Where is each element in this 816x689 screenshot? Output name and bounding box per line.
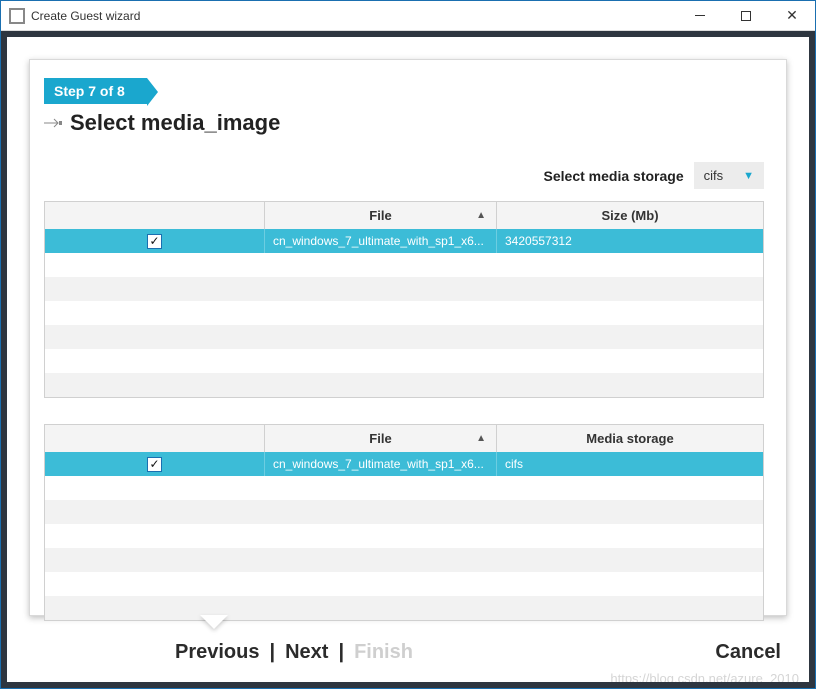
storage-selector-row: Select media storage cifs ▼ (44, 162, 764, 189)
table-header: File ▲ Media storage (45, 425, 763, 452)
decorative-strip (1, 131, 7, 167)
table-row[interactable] (45, 349, 763, 373)
table-row[interactable] (45, 301, 763, 325)
finish-button: Finish (354, 641, 413, 664)
table-body: cn_windows_7_ultimate_with_sp1_x6... cif… (45, 452, 763, 620)
table-row[interactable] (45, 476, 763, 500)
window: Create Guest wizard ✕ Step 7 of 8 Select… (0, 0, 816, 689)
table-body: cn_windows_7_ultimate_with_sp1_x6... 342… (45, 229, 763, 397)
table-row[interactable] (45, 373, 763, 397)
available-media-table: File ▲ Size (Mb) cn_windows_7_ultimate_wi… (44, 201, 764, 398)
page-title: Select media_image (70, 110, 280, 136)
sort-asc-icon: ▲ (476, 433, 486, 444)
col-header-media-storage[interactable]: Media storage (497, 425, 763, 452)
maximize-button[interactable] (723, 1, 769, 30)
cancel-button[interactable]: Cancel (715, 641, 781, 664)
window-title: Create Guest wizard (31, 9, 677, 23)
storage-value: cifs (704, 168, 724, 183)
next-button[interactable]: Next (285, 641, 328, 664)
selected-media-table: File ▲ Media storage cn_windows_7_ultimat… (44, 424, 764, 621)
wizard-sheet: Step 7 of 8 Select media_image Select me… (29, 59, 787, 616)
decorative-strip (809, 301, 815, 337)
col-header-file-label: File (369, 208, 391, 223)
storage-select[interactable]: cifs ▼ (694, 162, 764, 189)
maximize-icon (741, 11, 751, 21)
row-checkbox[interactable] (147, 457, 162, 472)
client-area: Step 7 of 8 Select media_image Select me… (1, 31, 815, 688)
chevron-down-icon: ▼ (743, 170, 754, 182)
separator: | (334, 641, 348, 664)
col-header-file[interactable]: File ▲ (265, 202, 497, 229)
col-header-media-storage-label: Media storage (586, 431, 673, 446)
table-row[interactable] (45, 253, 763, 277)
col-header-checkbox[interactable] (45, 425, 265, 452)
table-row[interactable] (45, 572, 763, 596)
table-header: File ▲ Size (Mb) (45, 202, 763, 229)
table-row[interactable] (45, 325, 763, 349)
decorative-strip (809, 131, 815, 167)
heading-arrow-icon (44, 118, 62, 128)
storage-label: Select media storage (544, 168, 684, 184)
cell-file: cn_windows_7_ultimate_with_sp1_x6... (265, 452, 497, 476)
table-row[interactable]: cn_windows_7_ultimate_with_sp1_x6... 342… (45, 229, 763, 253)
minimize-button[interactable] (677, 1, 723, 30)
decorative-strip (1, 301, 7, 337)
separator: | (265, 641, 279, 664)
cell-media-storage: cifs (497, 452, 763, 476)
minimize-icon (695, 15, 705, 16)
heading-row: Select media_image (44, 110, 764, 136)
col-header-size-label: Size (Mb) (601, 208, 658, 223)
col-header-checkbox[interactable] (45, 202, 265, 229)
cell-size: 3420557312 (497, 229, 763, 253)
sort-asc-icon: ▲ (476, 210, 486, 221)
window-controls: ✕ (677, 1, 815, 30)
step-badge: Step 7 of 8 (44, 78, 147, 104)
nav-buttons: Previous | Next | Finish (175, 641, 413, 664)
cell-file: cn_windows_7_ultimate_with_sp1_x6... (265, 229, 497, 253)
row-checkbox[interactable] (147, 234, 162, 249)
table-row[interactable] (45, 524, 763, 548)
col-header-size[interactable]: Size (Mb) (497, 202, 763, 229)
previous-button[interactable]: Previous (175, 641, 259, 664)
col-header-file[interactable]: File ▲ (265, 425, 497, 452)
table-row[interactable] (45, 500, 763, 524)
table-row[interactable]: cn_windows_7_ultimate_with_sp1_x6... cif… (45, 452, 763, 476)
table-row[interactable] (45, 277, 763, 301)
table-row[interactable] (45, 548, 763, 572)
close-button[interactable]: ✕ (769, 1, 815, 30)
wizard-footer: Previous | Next | Finish Cancel (1, 616, 815, 688)
titlebar: Create Guest wizard ✕ (1, 1, 815, 31)
app-icon (9, 8, 25, 24)
col-header-file-label: File (369, 431, 391, 446)
close-icon: ✕ (786, 7, 798, 24)
